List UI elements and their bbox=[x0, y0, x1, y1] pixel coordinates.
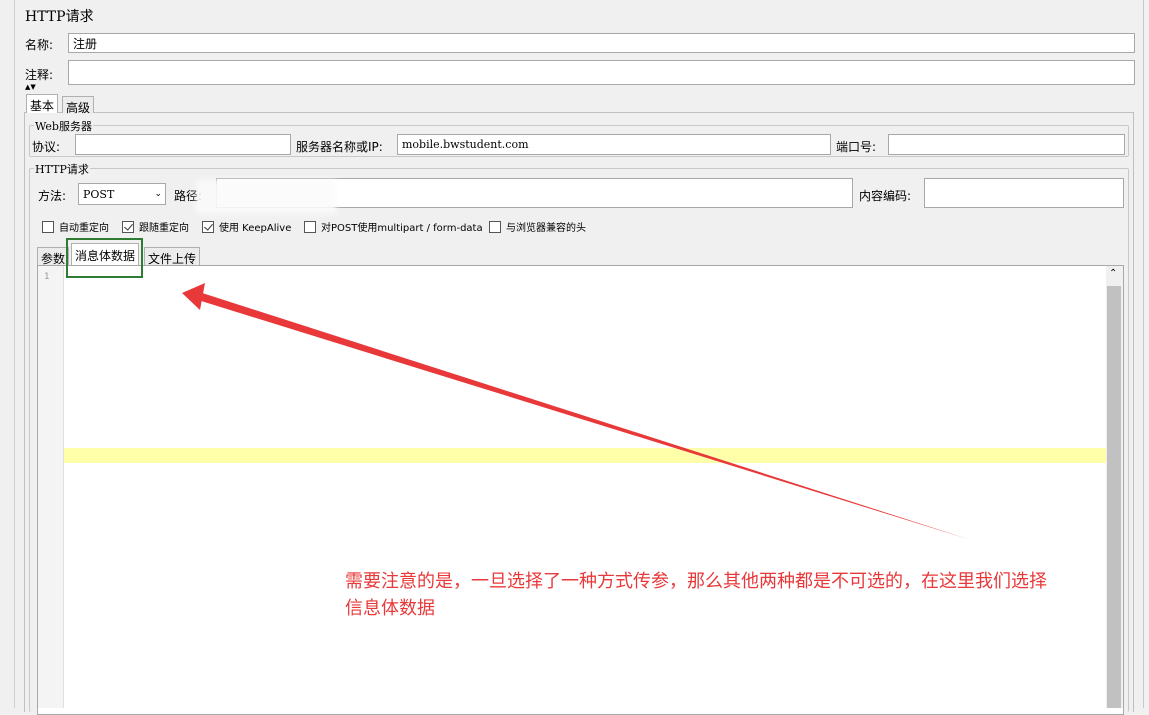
annotation-line-2: 信息体数据 bbox=[345, 598, 435, 619]
arrow-head-icon bbox=[182, 283, 205, 310]
arrow-shaft bbox=[196, 291, 971, 540]
annotation-arrow bbox=[182, 283, 971, 540]
annotation-line-1: 需要注意的是，一旦选择了一种方式传参，那么其他两种都是不可选的，在这里我们选择 bbox=[345, 571, 1047, 592]
